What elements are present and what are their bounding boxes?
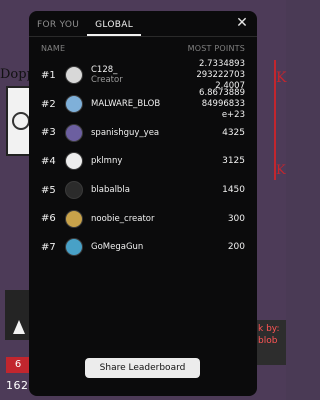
player-name: pklmny xyxy=(91,156,123,167)
points-value: 200 xyxy=(228,242,245,252)
table-row[interactable]: #6 noobie_creator 300 xyxy=(29,204,257,233)
points-line: 1450 xyxy=(222,185,245,196)
close-icon[interactable]: ✕ xyxy=(235,16,249,30)
points-line: 84996833 xyxy=(201,98,245,109)
share-leaderboard-button[interactable]: Share Leaderboard xyxy=(85,358,200,378)
points-line: 2.7334893 xyxy=(199,58,245,69)
player-name: C128_ xyxy=(91,65,118,76)
avatar-icon xyxy=(65,123,83,142)
points-value: 1450 xyxy=(222,185,245,195)
tab-for-you[interactable]: FOR YOU xyxy=(29,20,87,36)
avatar-icon xyxy=(65,95,83,114)
player-name-block: pklmny xyxy=(91,156,122,166)
background-right-panel: K K xyxy=(274,60,286,180)
player-name-block: C128_ Creator xyxy=(91,65,123,85)
background-bottom-badge: 6 xyxy=(6,357,30,373)
table-row[interactable]: #4 pklmny 3125 xyxy=(29,147,257,176)
rank-label: #4 xyxy=(41,155,56,167)
player-name: GoMegaGun xyxy=(91,242,144,253)
points-value: 3125 xyxy=(222,156,245,166)
rank-label: #2 xyxy=(41,98,56,110)
points-line: 3125 xyxy=(222,156,245,167)
name-column-header: NAME xyxy=(41,43,66,53)
background-left-tile xyxy=(5,290,31,340)
player-name-block: MALWARE_BLOB xyxy=(91,99,160,109)
player-name: noobie_creator xyxy=(91,213,155,224)
table-header: NAME MOST POINTS xyxy=(29,37,257,59)
avatar-icon xyxy=(65,181,83,200)
player-name: blabalbla xyxy=(91,185,130,196)
table-row[interactable]: #7 GoMegaGun 200 xyxy=(29,233,257,262)
rank-label: #5 xyxy=(41,184,56,196)
points-line: 300 xyxy=(227,213,245,224)
leaderboard-tabs: FOR YOU GLOBAL ✕ xyxy=(29,11,257,37)
rank-label: #7 xyxy=(41,241,56,253)
table-row[interactable]: #1 C128_ Creator 2.7334893 293222703 2.4007 xyxy=(29,58,257,91)
rank-label: #1 xyxy=(41,69,56,81)
rank-label: #6 xyxy=(41,213,56,225)
points-line: 293222703 xyxy=(196,69,245,80)
leaderboard-list: #1 C128_ Creator 2.7334893 293222703 2.4007 #2… xyxy=(29,59,257,262)
avatar-icon xyxy=(65,66,83,85)
background-glyph-icon xyxy=(12,112,30,130)
player-role: Creator xyxy=(91,75,123,86)
tab-global[interactable]: GLOBAL xyxy=(87,20,142,36)
table-row[interactable]: #3 spanishguy_yea 4325 xyxy=(29,118,257,147)
rank-label: #3 xyxy=(41,127,56,139)
background-right-letter: K xyxy=(276,70,287,86)
leaderboard-panel: FOR YOU GLOBAL ✕ NAME MOST POINTS #1 C128… xyxy=(29,11,257,396)
table-row[interactable]: #5 blabalbla 1450 xyxy=(29,176,257,205)
avatar-icon xyxy=(65,238,83,257)
background-credit: k by: blob xyxy=(256,320,286,365)
player-name-block: GoMegaGun xyxy=(91,242,143,252)
avatar-icon xyxy=(65,152,83,171)
player-name: spanishguy_yea xyxy=(91,127,160,138)
points-column-header: MOST POINTS xyxy=(187,43,245,53)
points-line: 6.8673889 xyxy=(199,87,245,98)
avatar-icon xyxy=(65,209,83,228)
table-row[interactable]: #2 MALWARE_BLOB 6.8673889 84996833 e+23 xyxy=(29,88,257,121)
points-line: 200 xyxy=(227,242,245,253)
points-value: 6.8673889 84996833 e+23 xyxy=(199,88,245,121)
points-value: 4325 xyxy=(222,128,245,138)
player-name: MALWARE_BLOB xyxy=(91,99,161,110)
points-line: 4325 xyxy=(222,127,245,138)
background-right-letter-k: K xyxy=(276,163,286,178)
player-name-block: blabalbla xyxy=(91,185,130,195)
points-value: 300 xyxy=(228,214,245,224)
player-name-block: noobie_creator xyxy=(91,214,154,224)
player-name-block: spanishguy_yea xyxy=(91,128,159,138)
